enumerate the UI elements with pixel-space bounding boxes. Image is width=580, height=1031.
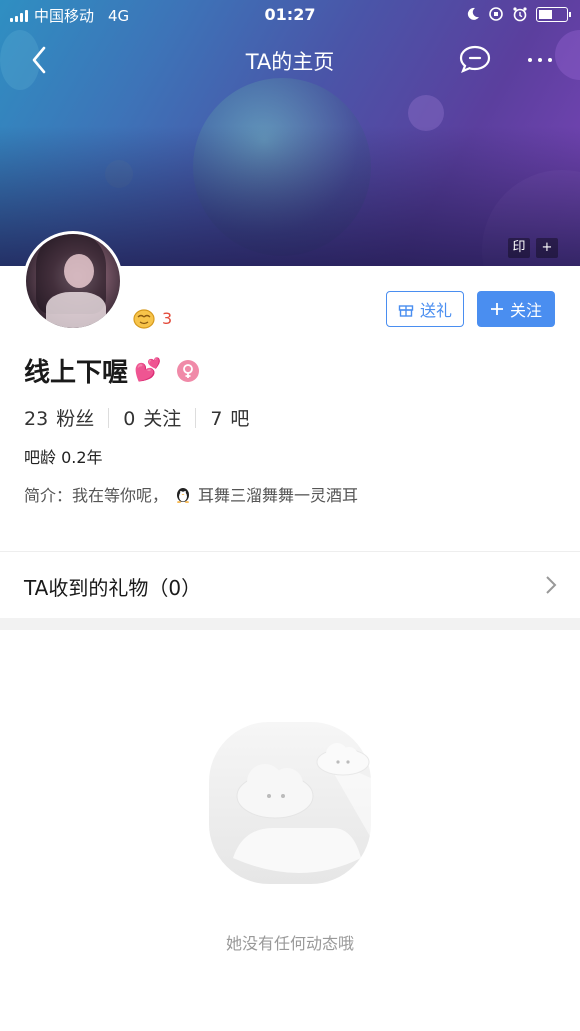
stat-divider — [195, 407, 197, 428]
female-gender-icon — [177, 359, 200, 382]
chevron-right-icon — [546, 576, 557, 594]
chat-icon[interactable] — [458, 44, 492, 74]
bio-prefix: 简介：我在等你呢， — [24, 486, 169, 505]
follow-label: 关注 — [509, 301, 542, 320]
username: 线上下喔 — [24, 358, 129, 388]
empty-state-cloud-illustration — [209, 722, 371, 884]
alarm-icon — [513, 7, 527, 22]
follow-button[interactable]: 关注 — [477, 291, 555, 327]
username-emoji: 💕 — [134, 358, 162, 383]
section-gap — [0, 618, 580, 630]
moon-icon — [467, 7, 479, 20]
penguin-icon — [177, 488, 190, 503]
page-title: TA的主页 — [245, 50, 335, 74]
empty-state-message: 她没有任何动态哦 — [225, 934, 354, 953]
send-gift-label: 送礼 — [419, 301, 452, 320]
send-gift-button[interactable]: 送礼 — [386, 291, 464, 327]
bio-suffix: 耳舞三溜舞舞一灵酒耳 — [198, 486, 359, 505]
username-row: 线上下喔 💕 — [24, 352, 200, 389]
following-stat[interactable]: 0 关注 — [123, 404, 181, 431]
stamp-button[interactable]: 印 — [508, 238, 530, 258]
more-icon[interactable] — [525, 44, 555, 74]
bar-age: 吧龄 0.2年 — [24, 448, 103, 467]
level-badge[interactable]: 3 — [132, 307, 172, 329]
status-bar: 中国移动 4G 01:27 — [0, 0, 580, 30]
avatar[interactable] — [23, 231, 123, 331]
nav-bar: TA的主页 — [0, 40, 580, 80]
level-number: 3 — [162, 308, 173, 328]
gift-icon — [398, 305, 414, 317]
level-face-icon — [133, 309, 155, 329]
bars-stat[interactable]: 7吧 — [210, 404, 249, 431]
stat-divider — [108, 407, 110, 428]
plus-icon — [490, 303, 503, 315]
bio: 简介：我在等你呢， 耳舞三溜舞舞一灵酒耳 — [24, 482, 358, 506]
battery-icon — [536, 6, 571, 22]
profile-header-background: 中国移动 4G 01:27 TA的主页 印 + — [0, 0, 580, 266]
fans-stat[interactable]: 23 粉丝 — [24, 404, 94, 431]
received-gifts-label: TA收到的礼物（0） — [24, 576, 202, 600]
received-gifts-row[interactable]: TA收到的礼物（0） — [0, 552, 580, 618]
orientation-lock-icon — [489, 7, 503, 21]
add-cover-button[interactable]: + — [536, 238, 558, 258]
stats-row: 23 粉丝 0 关注 7吧 — [24, 404, 249, 431]
